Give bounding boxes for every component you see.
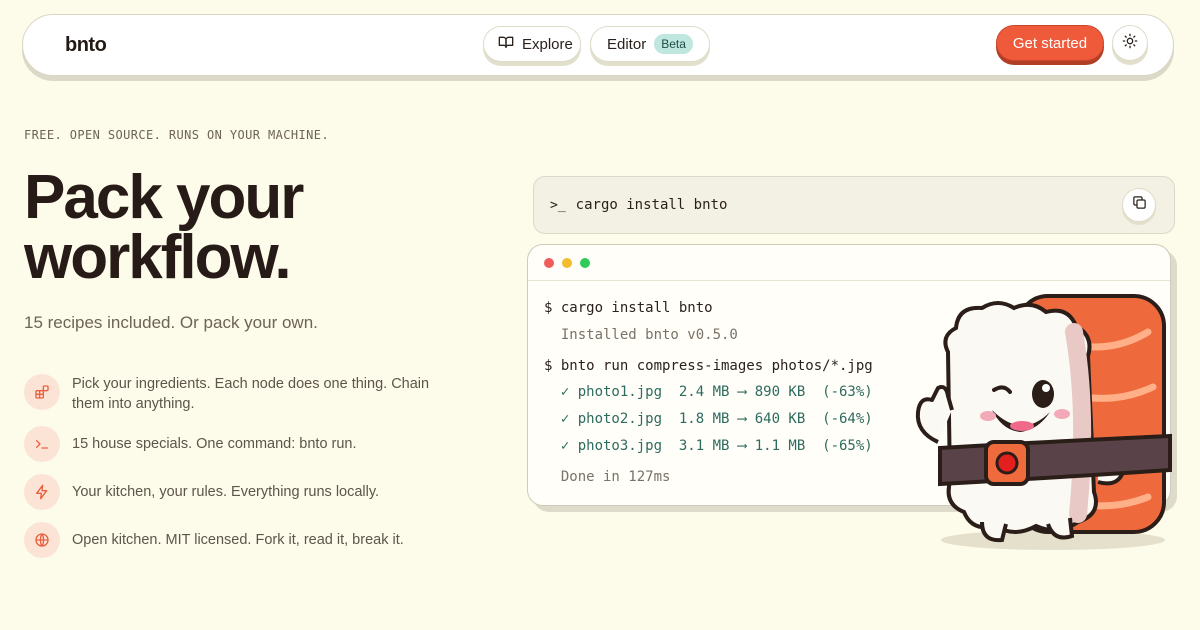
feature-text: 15 house specials. One command: bnto run… — [72, 436, 357, 452]
logo[interactable]: bnto — [65, 34, 107, 57]
explore-button[interactable]: Explore — [483, 26, 581, 62]
close-dot — [544, 257, 554, 268]
feature-item-house-specials: 15 house specials. One command: bnto run… — [24, 426, 444, 462]
terminal-title-bar — [528, 245, 1170, 281]
editor-button[interactable]: Editor Beta — [590, 26, 710, 62]
feature-text: Your kitchen, your rules. Everything run… — [72, 484, 380, 500]
feature-text: Pick your ingredients. Each node does on… — [72, 376, 430, 412]
copy-icon — [1132, 195, 1147, 215]
minimize-dot — [562, 257, 572, 268]
blocks-icon — [24, 374, 60, 410]
maximize-dot — [580, 257, 590, 268]
feature-text: Open kitchen. MIT licensed. Fork it, rea… — [72, 532, 404, 548]
terminal-line: ✓ photo3.jpg 3.1 MB ⟶ 1.1 MB (-65%) — [544, 438, 873, 454]
feature-item-open-kitchen: Open kitchen. MIT licensed. Fork it, rea… — [24, 522, 444, 558]
install-command-bar: >_ cargo install bnto — [533, 176, 1175, 234]
terminal-prompt-icon: >_ — [550, 197, 566, 213]
eyebrow-text: FREE. OPEN SOURCE. RUNS ON YOUR MACHINE. — [24, 128, 329, 142]
beta-badge: Beta — [654, 34, 693, 54]
copy-button[interactable] — [1122, 188, 1156, 222]
page-title-line-1: Pack your — [24, 163, 304, 232]
editor-label: Editor — [607, 35, 647, 53]
terminal-line: Done in 127ms — [544, 469, 671, 485]
top-nav: bnto Explore Editor Beta Get started — [22, 14, 1174, 76]
tagline: 15 recipes included. Or pack your own. — [24, 313, 318, 332]
globe-icon — [24, 522, 60, 558]
explore-label: Explore — [522, 35, 573, 53]
terminal-line: ✓ photo2.jpg 1.8 MB ⟶ 640 KB (-64%) — [544, 411, 873, 427]
sushi-mascot-illustration — [898, 292, 1178, 559]
sun-icon — [1122, 33, 1138, 54]
theme-toggle-button[interactable] — [1112, 25, 1148, 61]
book-icon — [498, 34, 514, 54]
install-command[interactable]: cargo install bnto — [576, 197, 728, 213]
feature-item-kitchen-rules: Your kitchen, your rules. Everything run… — [24, 474, 444, 510]
page-title: Pack your workflow. — [24, 167, 444, 289]
get-started-button[interactable]: Get started — [996, 25, 1104, 61]
lightning-icon — [24, 474, 60, 510]
page-title-line-2: workflow. — [24, 223, 292, 292]
terminal-line: Installed bnto v0.5.0 — [544, 327, 738, 343]
terminal-line: $ bnto run compress-images photos/*.jpg — [544, 358, 873, 374]
feature-item-ingredients: Pick your ingredients. Each node does on… — [24, 374, 444, 414]
terminal-prompt-icon — [24, 426, 60, 462]
terminal-line: $ cargo install bnto — [544, 300, 713, 316]
terminal-line: ✓ photo1.jpg 2.4 MB ⟶ 890 KB (-63%) — [544, 384, 873, 400]
